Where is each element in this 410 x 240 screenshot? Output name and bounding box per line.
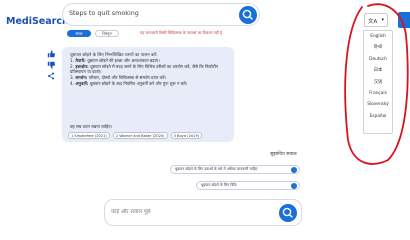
- language-option-french[interactable]: Français: [364, 88, 392, 99]
- disclaimer-text: यह जानकारी किसी चिकित्सक के परामर्श का व…: [140, 30, 223, 35]
- search-button[interactable]: [239, 6, 257, 24]
- language-option-english[interactable]: English: [364, 31, 392, 42]
- arrow-icon: [291, 167, 297, 173]
- followup-bar[interactable]: [104, 199, 302, 226]
- answer-step: 4. अनुवर्ती: धूम्रपान छोड़ने के बाद नियम…: [70, 80, 188, 86]
- chevron-down-icon: ▾: [381, 17, 384, 23]
- answer-step: 3. समर्थन: परिवार, दोस्तों और चिकित्सक स…: [70, 75, 167, 81]
- brand-logo[interactable]: MediSearch: [6, 16, 69, 27]
- related-question-label: धूम्रपान छोड़ने के लिए विधि: [201, 183, 237, 187]
- answer-steps: 1. तैयारी: धूम्रपान छोड़ने की इच्छा और आ…: [70, 58, 228, 87]
- search-icon: [282, 207, 293, 218]
- related-questions-title: सुझावित सवाल: [270, 152, 297, 157]
- arrow-icon: [291, 183, 297, 189]
- language-option-japanese[interactable]: 日本: [364, 65, 392, 76]
- language-option-spanish[interactable]: Español: [364, 111, 392, 122]
- profile-button[interactable]: [398, 12, 410, 28]
- search-input[interactable]: [69, 9, 239, 17]
- source-chip[interactable]: 2 Warner and Baker (2020): [112, 132, 168, 139]
- language-menu: English हिन्दी Deutsch 日本 汉语 Français Sl…: [363, 30, 393, 134]
- translate-icon: 文A: [368, 19, 378, 25]
- related-question[interactable]: धूम्रपान छोड़ने के लिए विधि: [196, 181, 300, 190]
- related-question[interactable]: धूम्रपान छोड़ने के लिए दवाओं के बारे में…: [170, 165, 300, 174]
- language-option-slovak[interactable]: Slovenský: [364, 99, 392, 110]
- related-question-label: धूम्रपान छोड़ने के लिए दवाओं के बारे में…: [175, 167, 258, 171]
- source-list: 1 Smokefree (2021) 2 Warner and Baker (2…: [68, 132, 203, 139]
- answer-outro: यह सब ध्यान रखना चाहिए।: [70, 124, 113, 129]
- language-option-hindi[interactable]: हिन्दी: [364, 42, 392, 53]
- thumbs-down-icon[interactable]: [45, 59, 57, 70]
- followup-search-button[interactable]: [279, 204, 297, 222]
- answer-step: 2. हस्तक्षेप: धूम्रपान छोड़ने में मदद कर…: [70, 63, 219, 75]
- language-option-chinese[interactable]: 汉语: [364, 77, 392, 88]
- search-bar[interactable]: [62, 3, 260, 26]
- answer-step: 1. तैयारी: धूम्रपान छोड़ने की इच्छा और आ…: [70, 58, 160, 63]
- search-icon: [242, 9, 253, 20]
- mode-detailed-button[interactable]: विस्तृत: [95, 30, 119, 37]
- source-chip[interactable]: 3 Boyd (2019): [170, 132, 203, 139]
- source-chip[interactable]: 1 Smokefree (2021): [68, 132, 110, 139]
- language-selector[interactable]: 文A ▾: [364, 13, 388, 27]
- share-icon[interactable]: [45, 70, 57, 81]
- mode-simple-button[interactable]: सरल: [67, 30, 91, 37]
- answer-actions: [45, 48, 57, 81]
- thumbs-up-icon[interactable]: [45, 48, 57, 59]
- language-option-deutsch[interactable]: Deutsch: [364, 54, 392, 65]
- answer-card: धूम्रपान छोड़ने के लिए निम्नलिखित चरणों …: [62, 47, 234, 142]
- followup-input[interactable]: [111, 209, 271, 215]
